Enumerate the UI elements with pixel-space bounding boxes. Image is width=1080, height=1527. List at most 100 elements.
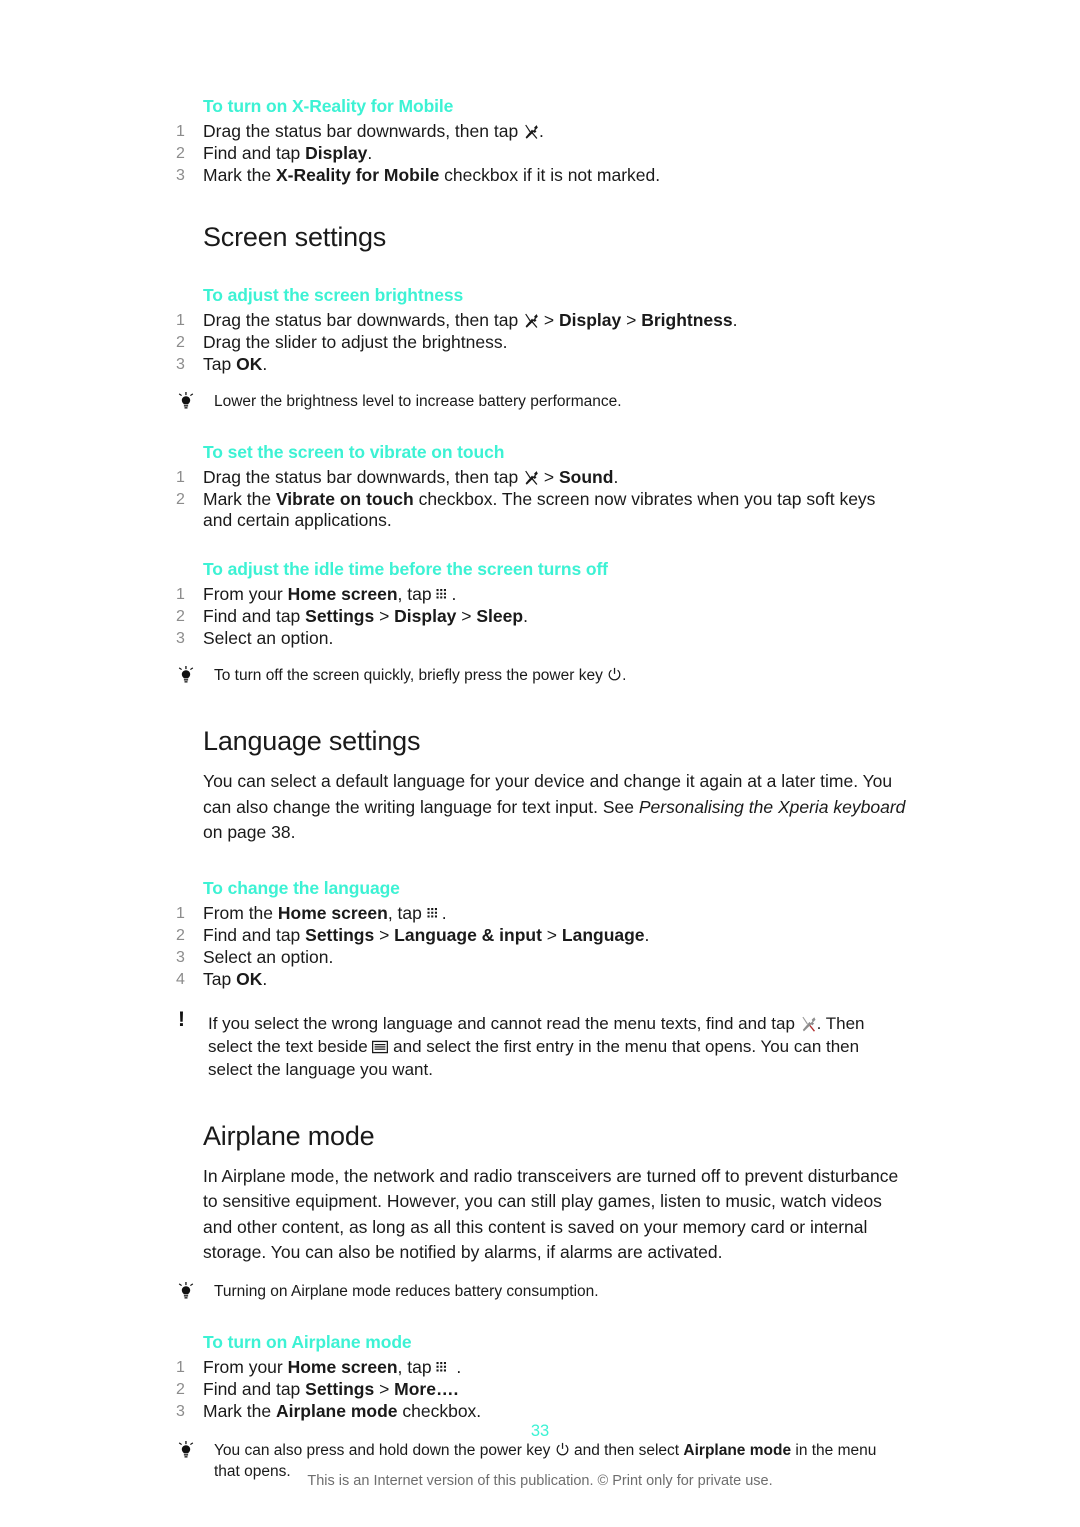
step-text-bold: Home screen	[277, 902, 388, 923]
tip-text: Turning on Airplane mode reduces battery…	[214, 1282, 599, 1300]
tip-text: Lower the brightness level to increase b…	[214, 393, 622, 410]
step-text-pre: Drag the status bar downwards, then tap	[203, 121, 524, 141]
step-text-pre: Tap	[203, 354, 237, 374]
list-item: 2 Find and tap Display.	[176, 143, 906, 164]
tip-text-mid: and then select	[569, 1441, 684, 1459]
tip-note-idle-time: To turn off the screen quickly, briefly …	[176, 665, 906, 686]
tip-text: To turn off the screen quickly, briefly …	[214, 667, 626, 684]
step-number: 3	[176, 948, 185, 966]
list-item: 1 Drag the status bar downwards, then ta…	[176, 467, 906, 488]
intro-paragraph-language: You can select a default language for yo…	[203, 769, 906, 846]
step-number: 1	[176, 469, 185, 486]
step-text-pre: From your	[203, 1356, 288, 1377]
step-text-post: .	[539, 121, 544, 141]
warning-text-part1: If you select the wrong language and can…	[208, 1013, 800, 1033]
step-text-bold: Language & input	[394, 924, 542, 945]
step-text-sep: , tap	[387, 902, 427, 923]
app-grid-icon	[436, 1361, 451, 1375]
intro-paragraph-airplane: In Airplane mode, the network and radio …	[203, 1165, 899, 1263]
step-number: 3	[176, 1402, 185, 1420]
step-number: 2	[176, 491, 185, 508]
step-text: Mark the Airplane mode checkbox.	[203, 1401, 906, 1422]
procedure-title-xreality: To turn on X-Reality for Mobile	[203, 96, 454, 116]
step-list-xreality: 1 Drag the status bar downwards, then ta…	[176, 121, 906, 186]
procedure-title-idle-time: To adjust the idle time before the scree…	[203, 559, 608, 579]
step-text-pre: Find and tap	[203, 1378, 306, 1399]
list-item: 2 Drag the slider to adjust the brightne…	[176, 332, 906, 353]
step-number: 1	[176, 123, 185, 140]
step-number: 1	[176, 586, 185, 603]
step-text-post: .	[367, 143, 373, 163]
step-text-bold: Home screen	[287, 584, 398, 604]
warning-text: If you select the wrong language and can…	[208, 1014, 865, 1079]
exclamation-icon: !	[178, 1007, 185, 1031]
step-text-bold: Brightness	[641, 310, 733, 330]
lightbulb-icon	[176, 391, 202, 411]
step-text-post: .	[262, 968, 268, 989]
step-text-pre: Mark the	[203, 489, 276, 509]
tools-icon	[523, 313, 539, 329]
step-text-post: .	[644, 924, 650, 945]
step-text-sep: , tap	[397, 584, 437, 604]
step-text-post: .	[732, 310, 738, 330]
step-number: 1	[176, 904, 185, 922]
list-item: 2 Find and tap Settings > More….	[176, 1379, 906, 1400]
step-list-vibrate: 1 Drag the status bar downwards, then ta…	[176, 467, 906, 531]
app-grid-icon	[427, 907, 442, 921]
step-text-bold: OK	[236, 968, 263, 989]
step-text: Find and tap Settings > More….	[203, 1379, 906, 1400]
procedure-title-turn-on-airplane: To turn on Airplane mode	[203, 1331, 412, 1352]
power-icon	[607, 667, 622, 682]
step-text-post: .	[441, 902, 447, 923]
step-number: 2	[176, 145, 185, 162]
list-item: 2 Find and tap Settings > Display > Slee…	[176, 606, 906, 627]
step-number: 1	[176, 312, 185, 329]
step-number: 2	[176, 334, 185, 351]
power-icon	[555, 1442, 570, 1457]
step-text-pre: From the	[203, 902, 278, 923]
tools-icon	[523, 470, 539, 486]
intro-text-italic: Personalising the Xperia keyboard	[638, 796, 906, 817]
step-list-brightness: 1 Drag the status bar downwards, then ta…	[176, 310, 906, 375]
step-text-post: checkbox if it is not marked.	[439, 165, 661, 185]
step-text-bold: Display	[559, 310, 622, 330]
step-text-sep: >	[456, 606, 477, 626]
step-text-pre: Drag the status bar downwards, then tap	[203, 467, 524, 487]
step-text-pre: Find and tap	[203, 606, 306, 626]
step-text-pre: From your	[203, 584, 288, 604]
step-text: From your Home screen, tap .	[203, 584, 906, 605]
step-text-pre: Tap	[203, 968, 237, 989]
step-text: Select an option.	[203, 946, 334, 967]
step-text-sep: >	[539, 310, 559, 330]
step-text-pre: Find and tap	[203, 924, 306, 945]
list-item: 1 Drag the status bar downwards, then ta…	[176, 121, 906, 142]
step-list-turn-on-airplane: 1 From your Home screen, tap . 2 Find an…	[176, 1357, 906, 1422]
section-screen-settings: Screen settings	[176, 222, 906, 253]
step-text-bold: Sound	[559, 467, 614, 487]
page-content: To turn on X-Reality for Mobile 1 Drag t…	[176, 96, 906, 1482]
section-airplane-mode: Airplane mode	[176, 1121, 906, 1152]
tools-color-icon	[800, 1016, 817, 1033]
step-text-bold: Settings	[305, 924, 375, 945]
step-text-sep: >	[374, 1378, 395, 1399]
footer-copyright-note: This is an Internet version of this publ…	[307, 1473, 773, 1489]
step-text: Find and tap Display.	[203, 143, 906, 164]
list-item: 3 Tap OK.	[176, 354, 906, 375]
step-text-post: checkbox.	[397, 1400, 482, 1421]
step-text-post: .	[613, 467, 619, 487]
step-text-bold: Vibrate on touch	[275, 489, 414, 509]
list-item: 4 Tap OK.	[176, 969, 906, 990]
page-number: 33	[530, 1422, 550, 1440]
step-number: 1	[176, 1358, 185, 1376]
step-text-bold: Language	[561, 924, 645, 945]
step-text: Drag the status bar downwards, then tap …	[203, 121, 906, 142]
step-text-post: .	[523, 606, 528, 626]
step-text-pre: Find and tap	[203, 143, 306, 163]
list-item: 1 From your Home screen, tap .	[176, 584, 906, 605]
list-item: 1 Drag the status bar downwards, then ta…	[176, 310, 906, 331]
document-page: To turn on X-Reality for Mobile 1 Drag t…	[0, 0, 1080, 1527]
step-text-bold: OK	[236, 354, 263, 374]
keyboard-icon	[372, 1040, 389, 1054]
step-text-bold: Display	[305, 143, 368, 163]
step-number: 3	[176, 630, 185, 647]
